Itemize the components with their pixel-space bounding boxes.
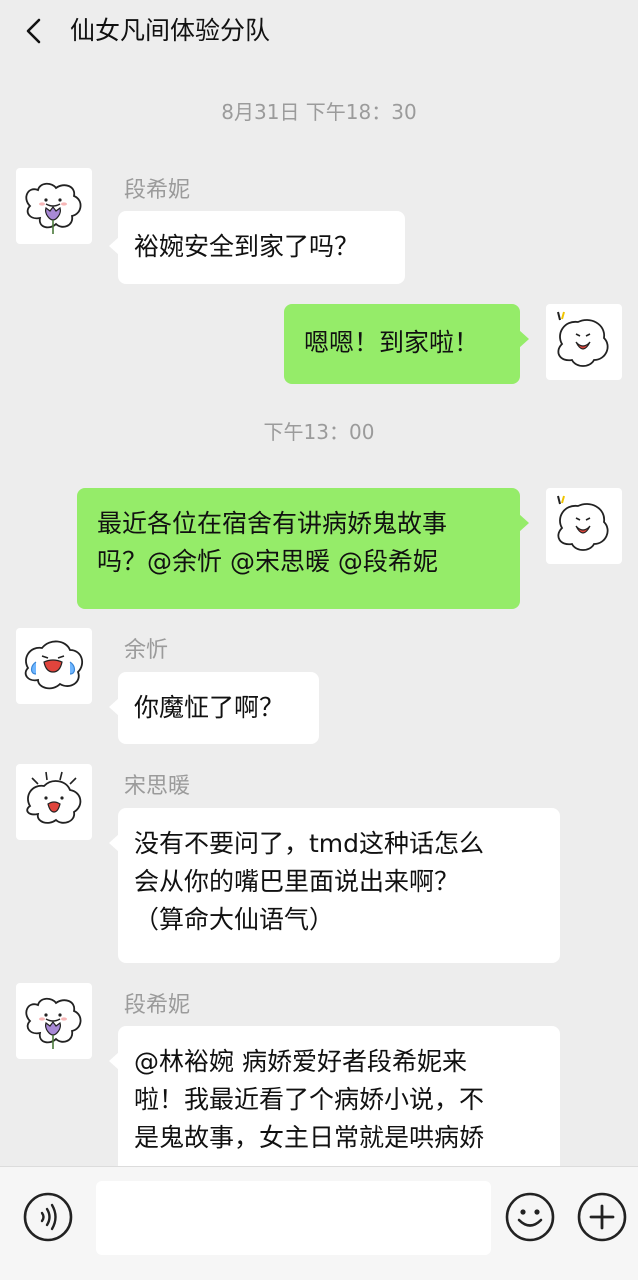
message-bubble[interactable]: 嗯嗯！到家啦！: [284, 304, 529, 384]
message-text: 裕婉安全到家了吗？: [134, 232, 360, 261]
avatar[interactable]: [546, 304, 622, 380]
chevron-left-icon: [26, 18, 41, 44]
shouting-character-avatar: [557, 495, 609, 551]
voice-button[interactable]: [22, 1191, 74, 1243]
input-bar: [0, 1166, 638, 1280]
shouting-character-avatar: [557, 311, 609, 367]
chat-title: 仙女凡间体验分队: [70, 16, 271, 45]
voice-icon: [23, 1192, 73, 1242]
tulip-character-avatar: [25, 182, 82, 234]
message-text-line: 啦！我最近看了个病娇小说，不: [134, 1085, 485, 1114]
sender-name: 宋思暖: [124, 774, 191, 799]
message-text-line: 会从你的嘴巴里面说出来啊？: [134, 867, 460, 896]
top-bar: 仙女凡间体验分队: [0, 0, 638, 64]
message-bubble[interactable]: @林裕婉 病娇爱好者段希妮来 啦！我最近看了个病娇小说，不 是鬼故事，女主日常就…: [109, 1026, 560, 1186]
avatar[interactable]: [16, 983, 92, 1059]
sender-name: 余忻: [124, 638, 169, 663]
more-button[interactable]: [576, 1191, 628, 1243]
emoji-icon: [505, 1192, 555, 1242]
message-text: 你魔怔了啊？: [134, 693, 285, 722]
sender-name: 段希妮: [124, 178, 191, 203]
timestamp: 下午13：00: [263, 420, 375, 444]
message-text-line: 没有不要问了，tmd这种话怎么: [134, 829, 485, 858]
crying-character-avatar: [24, 640, 84, 690]
message-bubble[interactable]: 裕婉安全到家了吗？: [109, 211, 405, 284]
plus-icon: [577, 1192, 627, 1242]
message-text: 嗯嗯！到家啦！: [304, 328, 480, 357]
message-bubble[interactable]: 没有不要问了，tmd这种话怎么 会从你的嘴巴里面说出来啊？ （算命大仙语气）: [109, 808, 560, 963]
message-input[interactable]: [96, 1181, 491, 1255]
tulip-character-avatar: [25, 997, 82, 1049]
message-text-line: （算命大仙语气）: [134, 905, 335, 934]
timestamp: 8月31日 下午18：30: [221, 100, 417, 124]
shocked-character-avatar: [26, 771, 82, 824]
message-bubble[interactable]: 最近各位在宿舍有讲病娇鬼故事 吗？@余忻 @宋思暖 @段希妮: [77, 488, 529, 609]
message-text-line: 最近各位在宿舍有讲病娇鬼故事: [97, 509, 448, 538]
message-bubble[interactable]: 你魔怔了啊？: [109, 672, 319, 744]
avatar[interactable]: [546, 488, 622, 564]
back-button[interactable]: [20, 16, 50, 46]
message-text-line: 是鬼故事，女主日常就是哄病娇: [134, 1123, 485, 1152]
message-text-line: @林裕婉 病娇爱好者段希妮来: [134, 1047, 467, 1076]
message-text-line: 吗？@余忻 @宋思暖 @段希妮: [97, 547, 438, 576]
avatar[interactable]: [16, 764, 92, 840]
sender-name: 段希妮: [124, 993, 191, 1018]
avatar[interactable]: [16, 628, 92, 704]
emoji-button[interactable]: [504, 1191, 556, 1243]
avatar[interactable]: [16, 168, 92, 244]
